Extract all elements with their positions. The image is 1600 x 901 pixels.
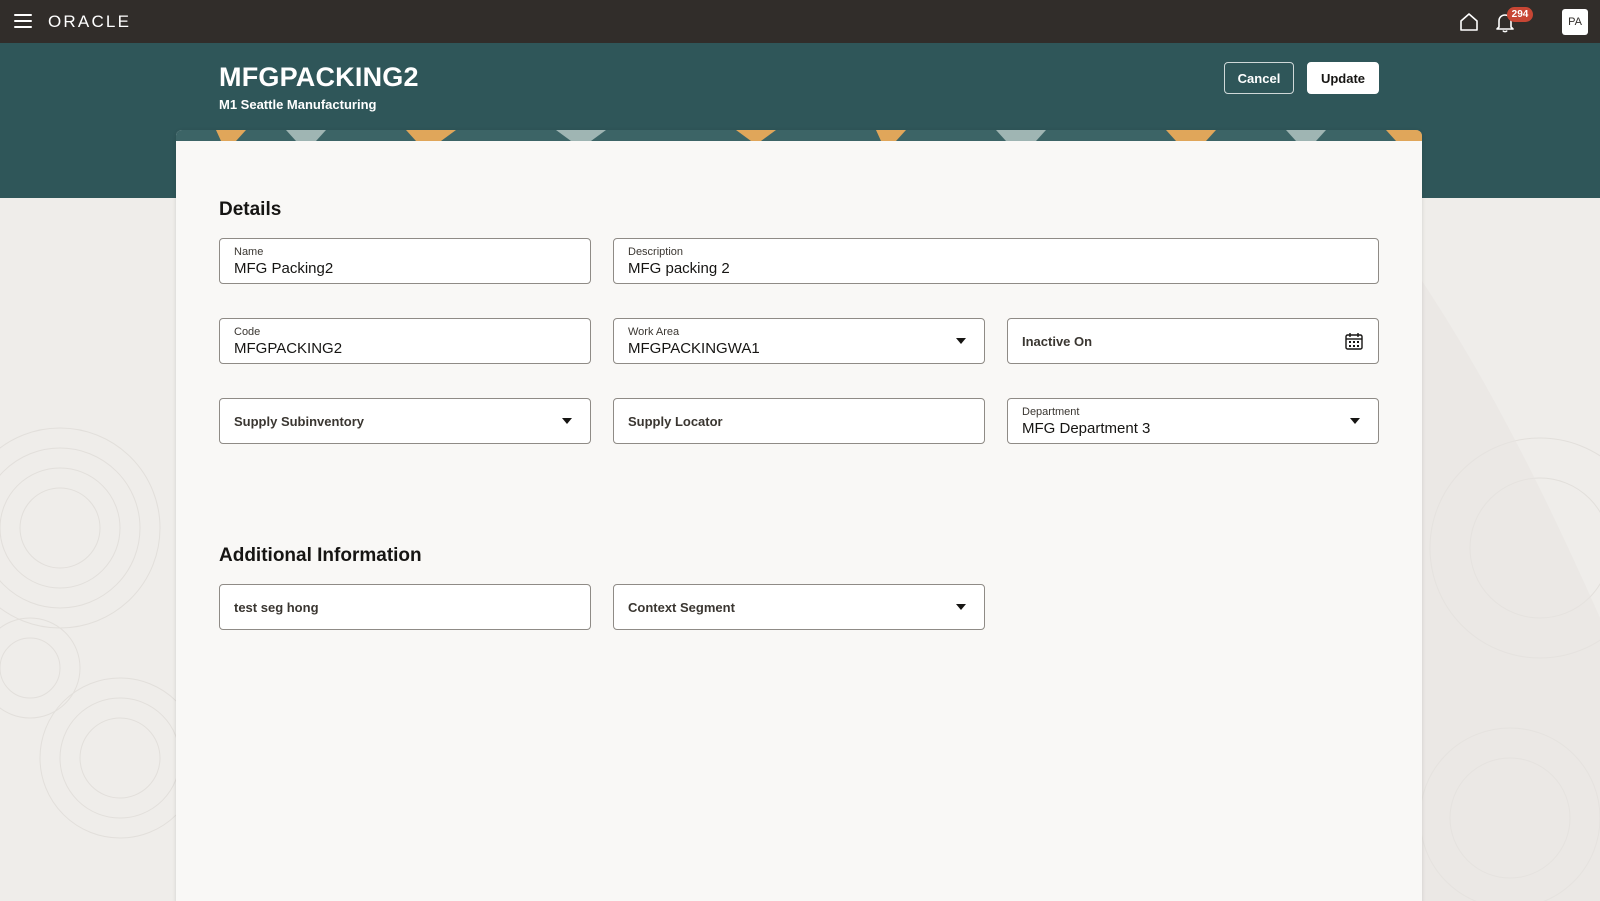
- code-label: Code: [234, 326, 261, 338]
- department-label: Department: [1022, 406, 1080, 418]
- details-section-title: Details: [219, 199, 282, 220]
- context-segment-select[interactable]: Context Segment: [613, 584, 985, 630]
- description-field[interactable]: Description MFG packing 2: [613, 238, 1379, 284]
- oracle-logo[interactable]: ORACLE: [48, 12, 131, 32]
- menu-icon[interactable]: [12, 11, 34, 31]
- chevron-down-icon[interactable]: [1350, 418, 1360, 424]
- cancel-button[interactable]: Cancel: [1224, 62, 1294, 94]
- work-area-label: Work Area: [628, 326, 680, 338]
- chevron-down-icon[interactable]: [956, 338, 966, 344]
- update-button[interactable]: Update: [1307, 62, 1379, 94]
- chevron-down-icon[interactable]: [956, 604, 966, 610]
- supply-subinventory-label: Supply Subinventory: [234, 414, 365, 429]
- global-header: ORACLE 294 PA: [0, 0, 1600, 43]
- code-value[interactable]: MFGPACKING2: [234, 340, 342, 357]
- supply-subinventory-select[interactable]: Supply Subinventory: [219, 398, 591, 444]
- name-value[interactable]: MFG Packing2: [234, 260, 333, 277]
- work-area-select[interactable]: Work Area MFGPACKINGWA1: [613, 318, 985, 364]
- inactive-on-label: Inactive On: [1022, 334, 1093, 349]
- page-subtitle: M1 Seattle Manufacturing: [219, 97, 377, 112]
- inactive-on-date-field[interactable]: Inactive On: [1007, 318, 1379, 364]
- decorative-banner-strip: [176, 130, 1422, 141]
- department-value[interactable]: MFG Department 3: [1022, 420, 1150, 437]
- description-value[interactable]: MFG packing 2: [628, 260, 730, 277]
- department-select[interactable]: Department MFG Department 3: [1007, 398, 1379, 444]
- test-seg-hong-label: test seg hong: [234, 600, 319, 615]
- work-area-value[interactable]: MFGPACKINGWA1: [628, 340, 760, 357]
- home-icon[interactable]: [1458, 11, 1480, 33]
- user-avatar[interactable]: PA: [1562, 9, 1588, 35]
- supply-locator-label: Supply Locator: [628, 414, 723, 429]
- calendar-icon[interactable]: [1344, 331, 1364, 351]
- name-field[interactable]: Name MFG Packing2: [219, 238, 591, 284]
- code-field[interactable]: Code MFGPACKING2: [219, 318, 591, 364]
- context-segment-label: Context Segment: [628, 600, 735, 615]
- supply-locator-field[interactable]: Supply Locator: [613, 398, 985, 444]
- additional-information-section-title: Additional Information: [219, 545, 422, 566]
- description-label: Description: [628, 246, 684, 258]
- test-seg-hong-field[interactable]: test seg hong: [219, 584, 591, 630]
- name-label: Name: [234, 246, 264, 258]
- page-title: MFGPACKING2: [219, 62, 419, 92]
- notification-count-badge: 294: [1507, 7, 1533, 22]
- chevron-down-icon[interactable]: [562, 418, 572, 424]
